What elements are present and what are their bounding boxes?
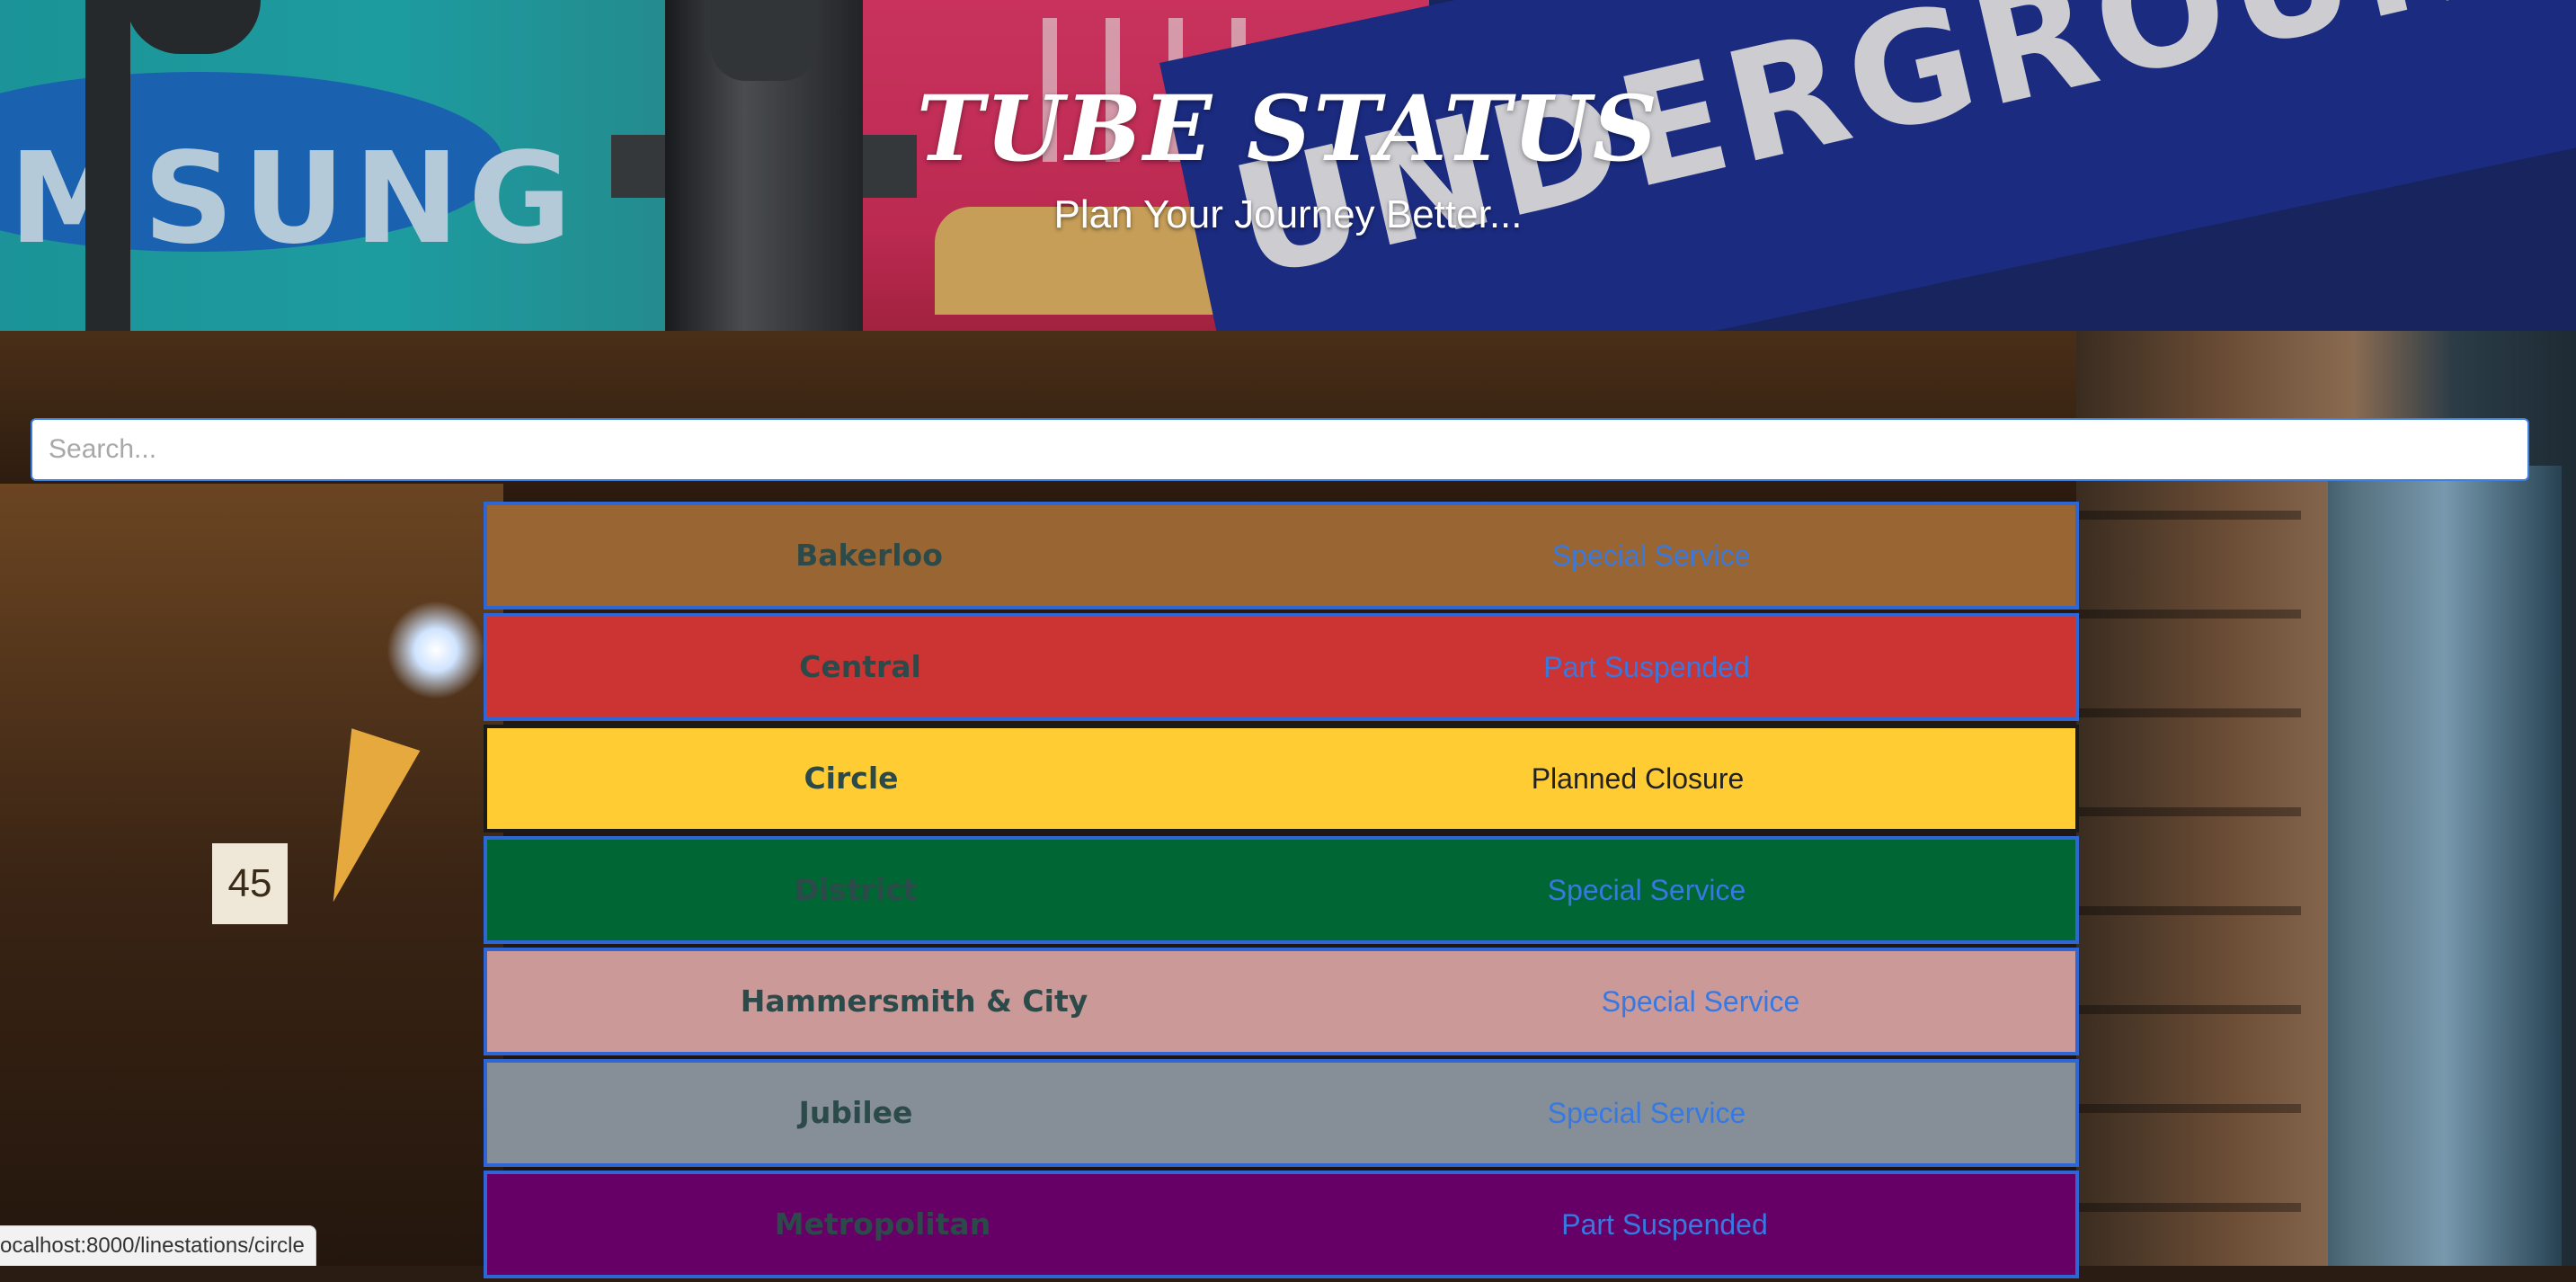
line-name: Hammersmith & City bbox=[740, 984, 1088, 1019]
line-row[interactable]: District Special Service bbox=[484, 836, 2079, 944]
line-row[interactable]: Metropolitan Part Suspended bbox=[484, 1171, 2079, 1278]
line-status-link[interactable]: Planned Closure bbox=[1532, 728, 1745, 829]
line-name: Central bbox=[799, 649, 921, 684]
page-title: TUBE STATUS bbox=[916, 76, 1660, 182]
line-name: Circle bbox=[804, 761, 899, 796]
line-status-link[interactable]: Special Service bbox=[1548, 840, 1746, 940]
header-banner: MSUNG UNDERGROUND TUBE STATUS Plan Your … bbox=[0, 0, 2576, 331]
line-status-link[interactable]: Special Service bbox=[1602, 951, 1800, 1052]
line-name: Jubilee bbox=[798, 1095, 913, 1130]
line-status-link[interactable]: Special Service bbox=[1552, 505, 1751, 606]
page-subtitle: Plan Your Journey Better... bbox=[1053, 192, 1523, 236]
line-name: District bbox=[794, 872, 918, 907]
train-panels bbox=[2076, 511, 2301, 1230]
line-row[interactable]: Hammersmith & City Special Service bbox=[484, 948, 2079, 1055]
line-row[interactable]: Central Part Suspended bbox=[484, 613, 2079, 721]
line-row[interactable]: Bakerloo Special Service bbox=[484, 502, 2079, 610]
line-name: Metropolitan bbox=[774, 1206, 991, 1242]
browser-status-url: ocalhost:8000/linestations/circle bbox=[0, 1225, 316, 1266]
search-input[interactable] bbox=[31, 418, 2529, 481]
line-status-link[interactable]: Part Suspended bbox=[1543, 617, 1750, 717]
tunnel-light bbox=[386, 601, 485, 699]
line-status-link[interactable]: Special Service bbox=[1548, 1063, 1746, 1163]
line-name: Bakerloo bbox=[795, 538, 943, 573]
line-row[interactable]: Circle Planned Closure bbox=[484, 725, 2079, 832]
tunnel-number-sign: 45 bbox=[212, 843, 288, 924]
line-status-list: Bakerloo Special Service Central Part Suspe… bbox=[484, 502, 2079, 1282]
line-row[interactable]: Jubilee Special Service bbox=[484, 1059, 2079, 1167]
line-status-link[interactable]: Part Suspended bbox=[1561, 1174, 1768, 1275]
train-window bbox=[2328, 466, 2562, 1266]
